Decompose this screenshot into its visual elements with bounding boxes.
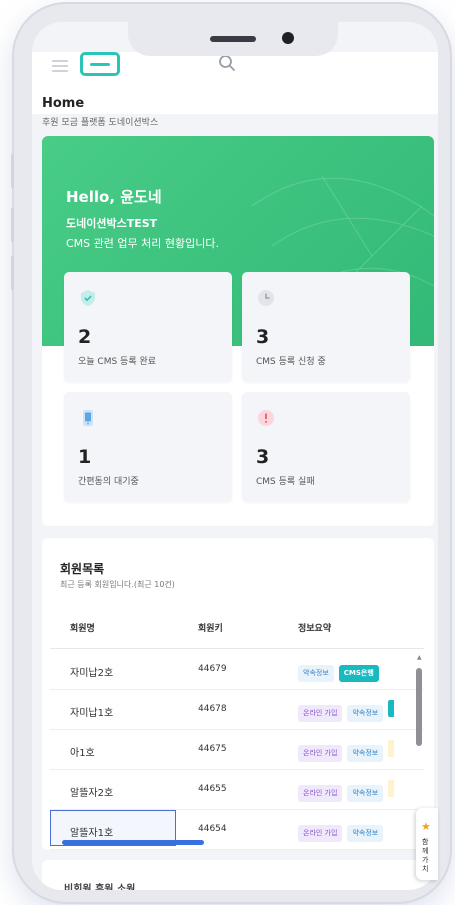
section-title: 비회원 후원 소원	[64, 884, 136, 890]
member-list-title: 회원목록	[60, 562, 105, 576]
alert-circle-icon	[258, 410, 274, 426]
floating-widget[interactable]: ★ 함께가치	[416, 808, 438, 880]
column-header-summary[interactable]: 정보요약	[298, 621, 331, 634]
front-camera	[282, 32, 294, 44]
tag-overflow	[388, 700, 395, 717]
tag-online-signup: 온라인 가입	[298, 825, 343, 842]
member-name: 알뜰자2호	[70, 788, 114, 799]
stat-value: 2	[78, 326, 92, 348]
horizontal-scrollbar[interactable]	[62, 840, 204, 845]
member-list-subtitle: 최근 등록 회원입니다.(최근 10건)	[60, 580, 175, 589]
app-screen: Home 후원 모금 플랫폼 도네이션박스 Hello, 윤도네 도네이션박스T…	[32, 22, 438, 890]
member-name: 아1호	[70, 748, 95, 759]
stat-value: 1	[78, 446, 92, 468]
star-icon: ★	[421, 820, 431, 833]
hamburger-icon[interactable]	[52, 60, 68, 72]
member-key: 44655	[198, 784, 227, 794]
breadcrumb: 후원 모금 플랫폼 도네이션박스	[42, 118, 159, 128]
cms-logo-icon[interactable]	[80, 52, 120, 76]
member-key: 44679	[198, 664, 227, 674]
search-icon[interactable]	[218, 54, 236, 72]
greeting-text: Hello, 윤도네	[66, 188, 162, 206]
phone-notch	[128, 22, 338, 56]
vertical-scrollbar[interactable]	[416, 668, 422, 746]
tag-promise-info: 약속정보	[347, 825, 384, 842]
header-divider	[50, 648, 424, 649]
stat-card-pending[interactable]: 3 CMS 등록 신청 중	[242, 272, 410, 382]
table-row[interactable]: 아1호 44675 온라인 가입 약속정보	[50, 730, 424, 770]
tag-promise-info: 약속정보	[347, 745, 384, 762]
tag-overflow	[388, 780, 395, 797]
phone-side-button	[11, 154, 14, 188]
tag-online-signup: 온라인 가입	[298, 785, 343, 802]
member-name: 알뜰자1호	[70, 828, 114, 839]
welcome-subtitle: CMS 관련 업무 처리 현황입니다.	[66, 237, 219, 250]
scroll-up-arrow-icon[interactable]: ▲	[417, 654, 422, 661]
member-name: 자미납1호	[70, 708, 114, 719]
clock-icon	[258, 290, 274, 306]
tag-promise-info: 약속정보	[347, 705, 384, 722]
column-header-name[interactable]: 회원명	[70, 621, 95, 634]
table-row[interactable]: 자미납1호 44678 온라인 가입 약속정보	[50, 690, 424, 730]
stat-value: 3	[256, 446, 270, 468]
shield-check-icon	[81, 290, 95, 306]
member-key: 44675	[198, 744, 227, 754]
mobile-phone-icon	[83, 410, 93, 426]
stat-label: CMS 등록 신청 중	[256, 357, 326, 367]
member-key: 44678	[198, 704, 227, 714]
stat-card-failed[interactable]: 3 CMS 등록 실패	[242, 392, 410, 502]
phone-side-button	[11, 208, 14, 242]
member-list-card: 회원목록 최근 등록 회원입니다.(최근 10건) 회원명 회원키 정보요약 자…	[42, 538, 434, 850]
stat-label: 간편동의 대기중	[78, 477, 139, 487]
non-member-donation-card: 비회원 후원 소원	[42, 860, 434, 890]
tag-promise-info: 약속정보	[298, 665, 334, 682]
member-name: 자미납2호	[70, 668, 114, 679]
table-row[interactable]: 자미납2호 44679 약속정보 CMS은행	[50, 650, 424, 690]
page-title: Home	[42, 96, 85, 111]
tag-promise-info: 약속정보	[347, 785, 384, 802]
tag-online-signup: 온라인 가입	[298, 745, 343, 762]
stat-label: CMS 등록 실패	[256, 477, 315, 487]
table-row[interactable]: 알뜰자2호 44655 온라인 가입 약속정보	[50, 770, 424, 810]
stat-label: 오늘 CMS 등록 완료	[78, 357, 157, 367]
tag-overflow	[388, 740, 395, 757]
column-header-key[interactable]: 회원키	[198, 621, 223, 634]
widget-label: 함께가치	[422, 838, 429, 873]
company-name: 도네이션박스TEST	[66, 217, 158, 230]
tag-online-signup: 온라인 가입	[298, 705, 343, 722]
stat-card-registered-today[interactable]: 2 오늘 CMS 등록 완료	[64, 272, 232, 382]
tag-cms-bank: CMS은행	[338, 665, 379, 682]
phone-side-button	[11, 256, 14, 290]
stat-card-awaiting-consent[interactable]: 1 간편동의 대기중	[64, 392, 232, 502]
member-key: 44654	[198, 824, 227, 834]
dashboard-card: Hello, 윤도네 도네이션박스TEST CMS 관련 업무 처리 현황입니다…	[42, 136, 434, 526]
speaker-grille	[210, 36, 256, 42]
stat-value: 3	[256, 326, 270, 348]
